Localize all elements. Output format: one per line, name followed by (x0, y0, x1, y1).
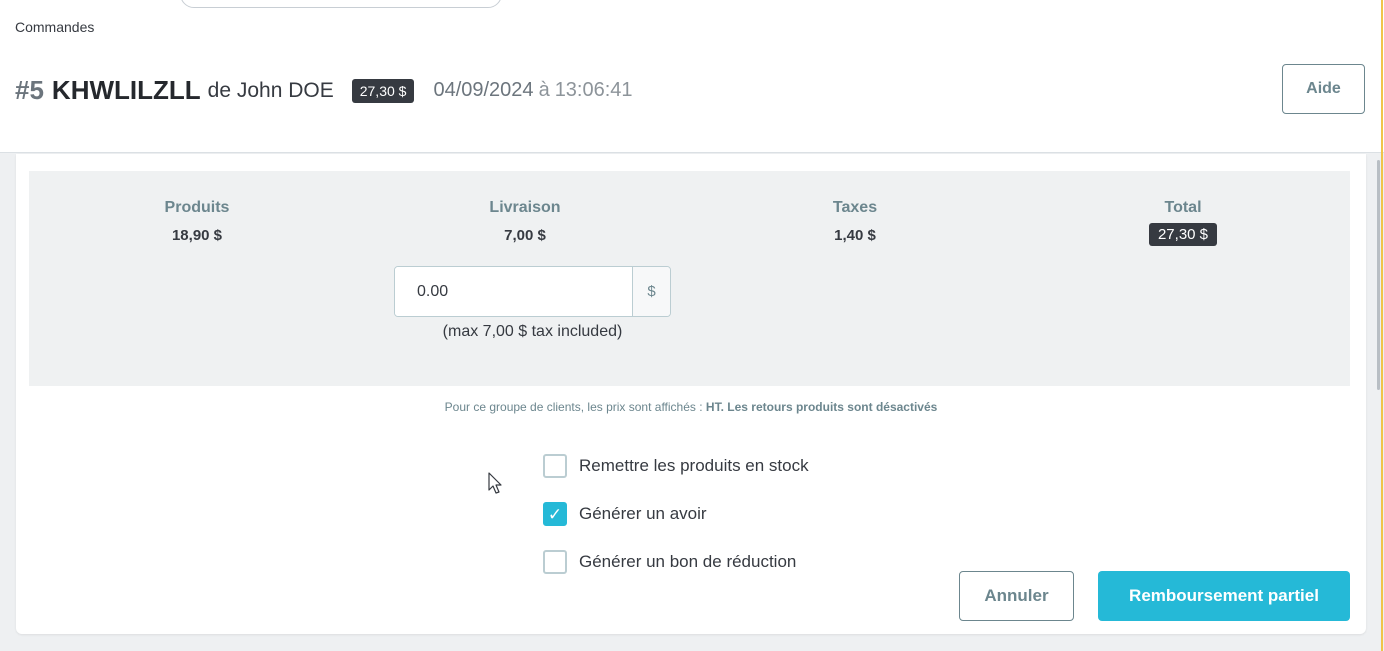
cancel-button[interactable]: Annuler (959, 571, 1074, 621)
scrollbar[interactable] (1377, 160, 1380, 390)
partial-refund-button[interactable]: Remboursement partiel (1098, 571, 1350, 621)
total-label: Total (1164, 199, 1202, 216)
order-number: #5 (15, 75, 44, 105)
page-title: #5 KHWLILZLL de John DOE 27,30 $ 04/09/2… (15, 75, 633, 106)
summary-products: Produits 18,90 $ (127, 199, 267, 244)
order-reference: KHWLILZLL (51, 75, 201, 105)
products-value: 18,90 $ (171, 227, 223, 244)
summary-shipping: Livraison 7,00 $ (455, 199, 595, 244)
order-date: 04/09/2024 (433, 79, 534, 101)
search-input[interactable] (180, 0, 502, 8)
option-restock[interactable]: Remettre les produits en stock (543, 442, 809, 490)
price-display-note: Pour ce groupe de clients, les prix sont… (16, 400, 1366, 414)
taxes-value: 1,40 $ (834, 227, 876, 244)
check-icon: ✓ (547, 504, 563, 524)
help-button[interactable]: Aide (1282, 64, 1365, 114)
window-edge (1381, 0, 1383, 651)
summary-taxes: Taxes 1,40 $ (785, 199, 925, 244)
mouse-cursor-icon (488, 472, 502, 494)
restock-label[interactable]: Remettre les produits en stock (579, 456, 809, 476)
order-total-badge: 27,30 $ (351, 78, 415, 103)
refund-options: Remettre les produits en stock ✓ Générer… (543, 442, 809, 586)
credit-slip-label[interactable]: Générer un avoir (579, 504, 707, 524)
refund-summary: Produits 18,90 $ Livraison 7,00 $ Taxes … (29, 171, 1350, 386)
partial-refund-card: Produits 18,90 $ Livraison 7,00 $ Taxes … (16, 154, 1366, 634)
price-note-prefix: Pour ce groupe de clients, les prix sont… (444, 400, 706, 414)
currency-addon: $ (632, 267, 670, 316)
page-header: Commandes #5 KHWLILZLL de John DOE 27,30… (0, 0, 1384, 153)
order-time: 13:06:41 (554, 79, 633, 101)
option-credit-slip[interactable]: ✓ Générer un avoir (543, 490, 809, 538)
price-note-returns: Les retours produits sont désactivés (727, 400, 938, 414)
summary-total: Total 27,30 $ (1113, 199, 1253, 246)
shipping-label: Livraison (489, 199, 561, 216)
breadcrumb[interactable]: Commandes (15, 19, 94, 35)
order-customer: de John DOE (207, 78, 334, 102)
shipping-value: 7,00 $ (504, 227, 546, 244)
shipping-refund-group: $ (394, 266, 671, 317)
voucher-checkbox[interactable] (543, 550, 567, 574)
total-value-badge: 27,30 $ (1148, 223, 1218, 246)
price-note-tax-mode: HT. (705, 400, 724, 414)
restock-checkbox[interactable] (543, 454, 567, 478)
taxes-label: Taxes (832, 199, 878, 216)
voucher-label[interactable]: Générer un bon de réduction (579, 552, 796, 572)
credit-slip-checkbox[interactable]: ✓ (543, 502, 567, 526)
shipping-refund-hint: (max 7,00 $ tax included) (442, 323, 623, 340)
products-label: Produits (164, 199, 230, 216)
shipping-refund-input[interactable] (395, 267, 632, 316)
option-voucher[interactable]: Générer un bon de réduction (543, 538, 809, 586)
order-at-word: à (538, 79, 550, 101)
